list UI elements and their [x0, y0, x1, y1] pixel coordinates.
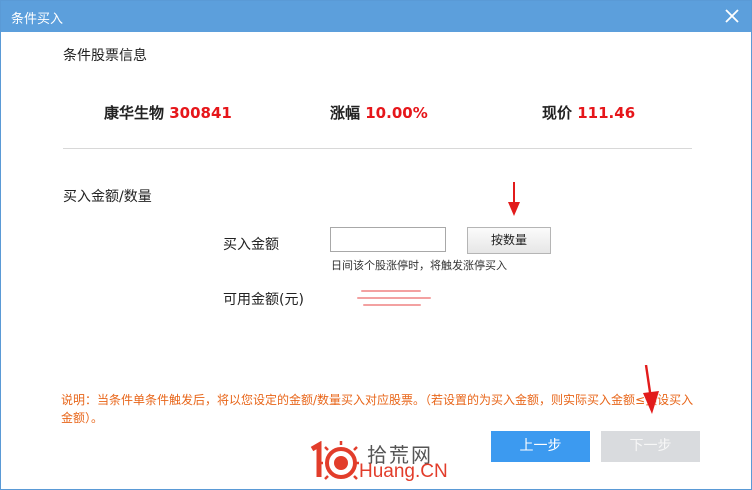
condition-buy-dialog: 条件买入 条件股票信息 康华生物 300841 涨幅 10.00% 现价 111…	[0, 0, 752, 490]
watermark-en-text: Huang.CN	[359, 461, 448, 482]
stock-code: 300841	[169, 104, 232, 122]
amount-input[interactable]	[330, 227, 446, 252]
amount-label: 买入金额	[223, 237, 279, 253]
next-step-button[interactable]: 下一步	[601, 431, 700, 462]
explanation-note: 说明：当条件单条件触发后，将以您设定的金额/数量买入对应股票。（若设置的为买入金…	[61, 393, 694, 425]
stock-price: 现价 111.46	[542, 102, 635, 123]
watermark-logo-icon	[310, 441, 359, 480]
price-label: 现价	[542, 104, 573, 122]
change-value: 10.00%	[365, 104, 428, 122]
limit-up-hint: 日间该个股涨停时，将触发涨停买入	[331, 259, 507, 272]
price-value: 111.46	[577, 104, 636, 122]
amount-section-heading: 买入金额/数量	[63, 189, 152, 205]
close-icon	[725, 9, 739, 23]
dialog-title: 条件买入	[11, 12, 64, 27]
section-divider	[63, 148, 692, 149]
by-quantity-button[interactable]: 按数量	[467, 227, 551, 254]
red-arrow-icon	[643, 365, 659, 414]
watermark: 拾荒网 Huang.CN	[309, 439, 459, 483]
close-button[interactable]	[721, 5, 743, 27]
change-label: 涨幅	[330, 104, 361, 122]
stock-change: 涨幅 10.00%	[330, 102, 428, 123]
prev-step-button[interactable]: 上一步	[491, 431, 590, 462]
available-amount-blurred	[357, 286, 435, 312]
available-amount-label: 可用金额(元)	[223, 292, 304, 308]
title-bar: 条件买入	[1, 1, 751, 32]
red-arrow-icon	[508, 182, 520, 216]
stock-info-heading: 条件股票信息	[63, 48, 147, 64]
stock-name: 康华生物	[104, 104, 165, 122]
stock-name-code: 康华生物 300841	[104, 102, 232, 123]
